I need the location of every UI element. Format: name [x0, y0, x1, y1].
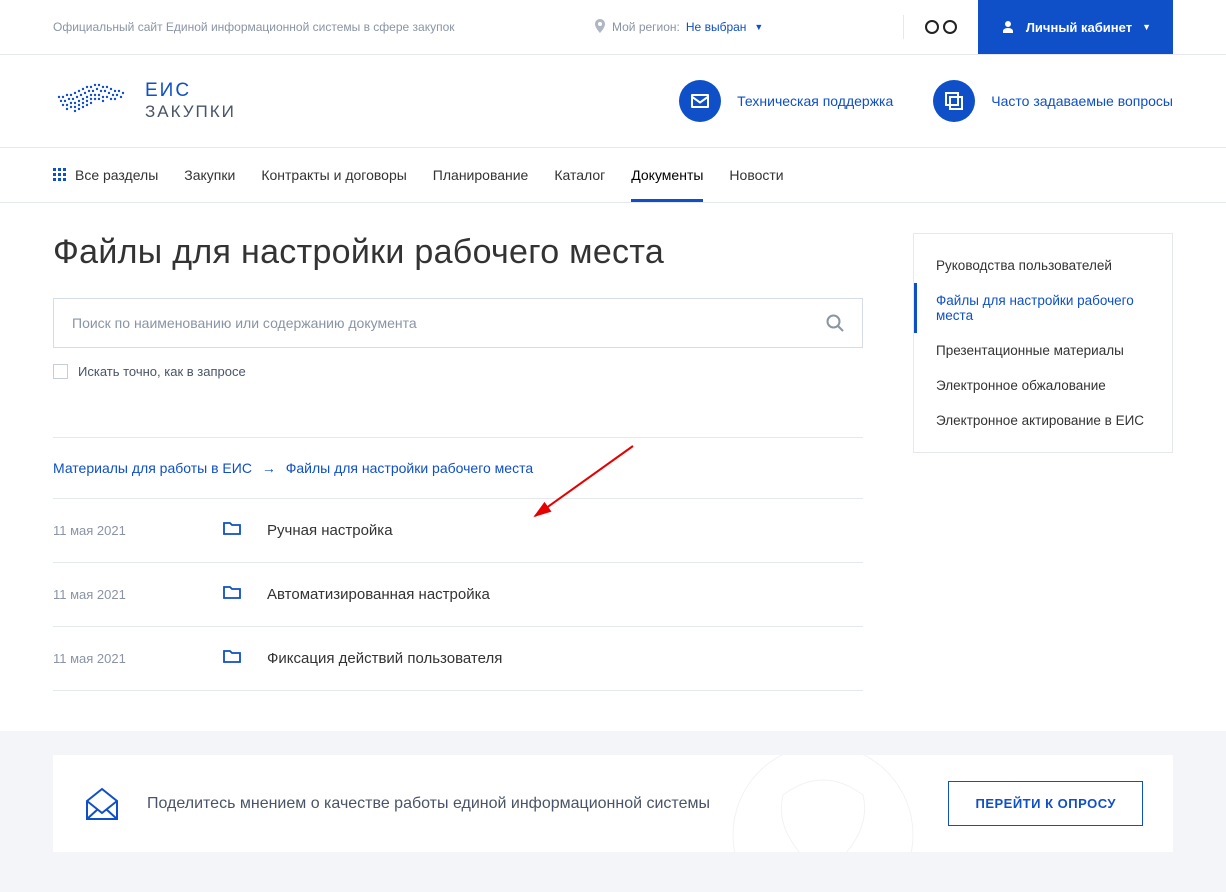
nav-item-catalog[interactable]: Каталог [554, 148, 605, 202]
main-content: Файлы для настройки рабочего места Искат… [53, 233, 863, 691]
file-row[interactable]: 11 мая 2021 Фиксация действий пользовате… [53, 626, 863, 691]
nav-item-news[interactable]: Новости [729, 148, 783, 202]
region-selector[interactable]: Мой регион: Не выбран ▼ [455, 19, 903, 36]
breadcrumb-root[interactable]: Материалы для работы в ЕИС [53, 460, 252, 476]
separator [903, 15, 904, 39]
mail-icon [679, 80, 721, 122]
file-row[interactable]: 11 мая 2021 Ручная настройка [53, 498, 863, 562]
file-date: 11 мая 2021 [53, 587, 223, 602]
page-title: Файлы для настройки рабочего места [53, 233, 863, 272]
accessibility-icon[interactable] [924, 19, 958, 35]
footer-survey-area: Поделитесь мнением о качестве работы еди… [0, 731, 1226, 892]
exact-search-checkbox[interactable] [53, 364, 68, 379]
grid-icon [53, 168, 67, 182]
nav-item-contracts[interactable]: Контракты и договоры [261, 148, 406, 202]
search-input[interactable] [72, 315, 826, 331]
support-label: Техническая поддержка [737, 93, 893, 109]
region-label: Мой регион: [612, 20, 680, 34]
sidebar-item-guides[interactable]: Руководства пользователей [914, 248, 1172, 283]
nav-all-sections[interactable]: Все разделы [53, 148, 158, 202]
folder-icon [223, 521, 267, 540]
file-row[interactable]: 11 мая 2021 Автоматизированная настройка [53, 562, 863, 626]
exact-search-row: Искать точно, как в запросе [53, 364, 863, 379]
exact-search-label: Искать точно, как в запросе [78, 364, 246, 379]
nav-all-label: Все разделы [75, 167, 158, 183]
search-icon[interactable] [826, 314, 844, 332]
survey-button[interactable]: ПЕРЕЙТИ К ОПРОСУ [948, 781, 1143, 826]
chevron-down-icon: ▼ [754, 22, 763, 32]
folder-icon [223, 585, 267, 604]
breadcrumb: Материалы для работы в ЕИС → Файлы для н… [53, 437, 863, 498]
logo-map-icon [53, 77, 131, 125]
main-nav: Все разделы Закупки Контракты и договоры… [0, 148, 1226, 203]
logo-text-bottom: ЗАКУПКИ [145, 102, 236, 122]
file-title[interactable]: Автоматизированная настройка [267, 586, 490, 603]
faq-label: Часто задаваемые вопросы [991, 93, 1173, 109]
file-title[interactable]: Ручная настройка [267, 522, 393, 539]
folder-icon [223, 649, 267, 668]
sidebar-item-electronic-acting[interactable]: Электронное актирование в ЕИС [914, 403, 1172, 438]
breadcrumb-current[interactable]: Файлы для настройки рабочего места [286, 460, 533, 476]
survey-card: Поделитесь мнением о качестве работы еди… [53, 755, 1173, 852]
sidebar: Руководства пользователей Файлы для наст… [913, 233, 1173, 691]
topbar: Официальный сайт Единой информационной с… [0, 0, 1226, 55]
site-description: Официальный сайт Единой информационной с… [53, 20, 455, 34]
personal-cabinet-button[interactable]: Личный кабинет ▼ [978, 0, 1173, 54]
nav-item-planning[interactable]: Планирование [433, 148, 529, 202]
sidebar-item-setup-files[interactable]: Файлы для настройки рабочего места [914, 283, 1172, 333]
nav-item-documents[interactable]: Документы [631, 148, 703, 202]
region-value[interactable]: Не выбран [686, 20, 747, 34]
eagle-background-icon [723, 755, 923, 852]
arrow-right-icon: → [262, 460, 276, 476]
faq-link[interactable]: Часто задаваемые вопросы [933, 80, 1173, 122]
logo-text-top: ЕИС [145, 80, 236, 102]
sidebar-item-presentations[interactable]: Презентационные материалы [914, 333, 1172, 368]
sidebar-item-appeals[interactable]: Электронное обжалование [914, 368, 1172, 403]
pin-icon [594, 19, 606, 36]
chevron-down-icon: ▼ [1142, 22, 1151, 32]
envelope-open-icon [83, 785, 121, 823]
faq-icon [933, 80, 975, 122]
search-box[interactable] [53, 298, 863, 348]
header: ЕИС ЗАКУПКИ Техническая поддержка Часто … [0, 55, 1226, 148]
support-link[interactable]: Техническая поддержка [679, 80, 893, 122]
lk-label: Личный кабинет [1026, 20, 1132, 35]
file-date: 11 мая 2021 [53, 651, 223, 666]
nav-item-purchases[interactable]: Закупки [184, 148, 235, 202]
file-title[interactable]: Фиксация действий пользователя [267, 650, 502, 667]
logo[interactable]: ЕИС ЗАКУПКИ [53, 77, 236, 125]
file-date: 11 мая 2021 [53, 523, 223, 538]
user-icon [1000, 19, 1016, 35]
